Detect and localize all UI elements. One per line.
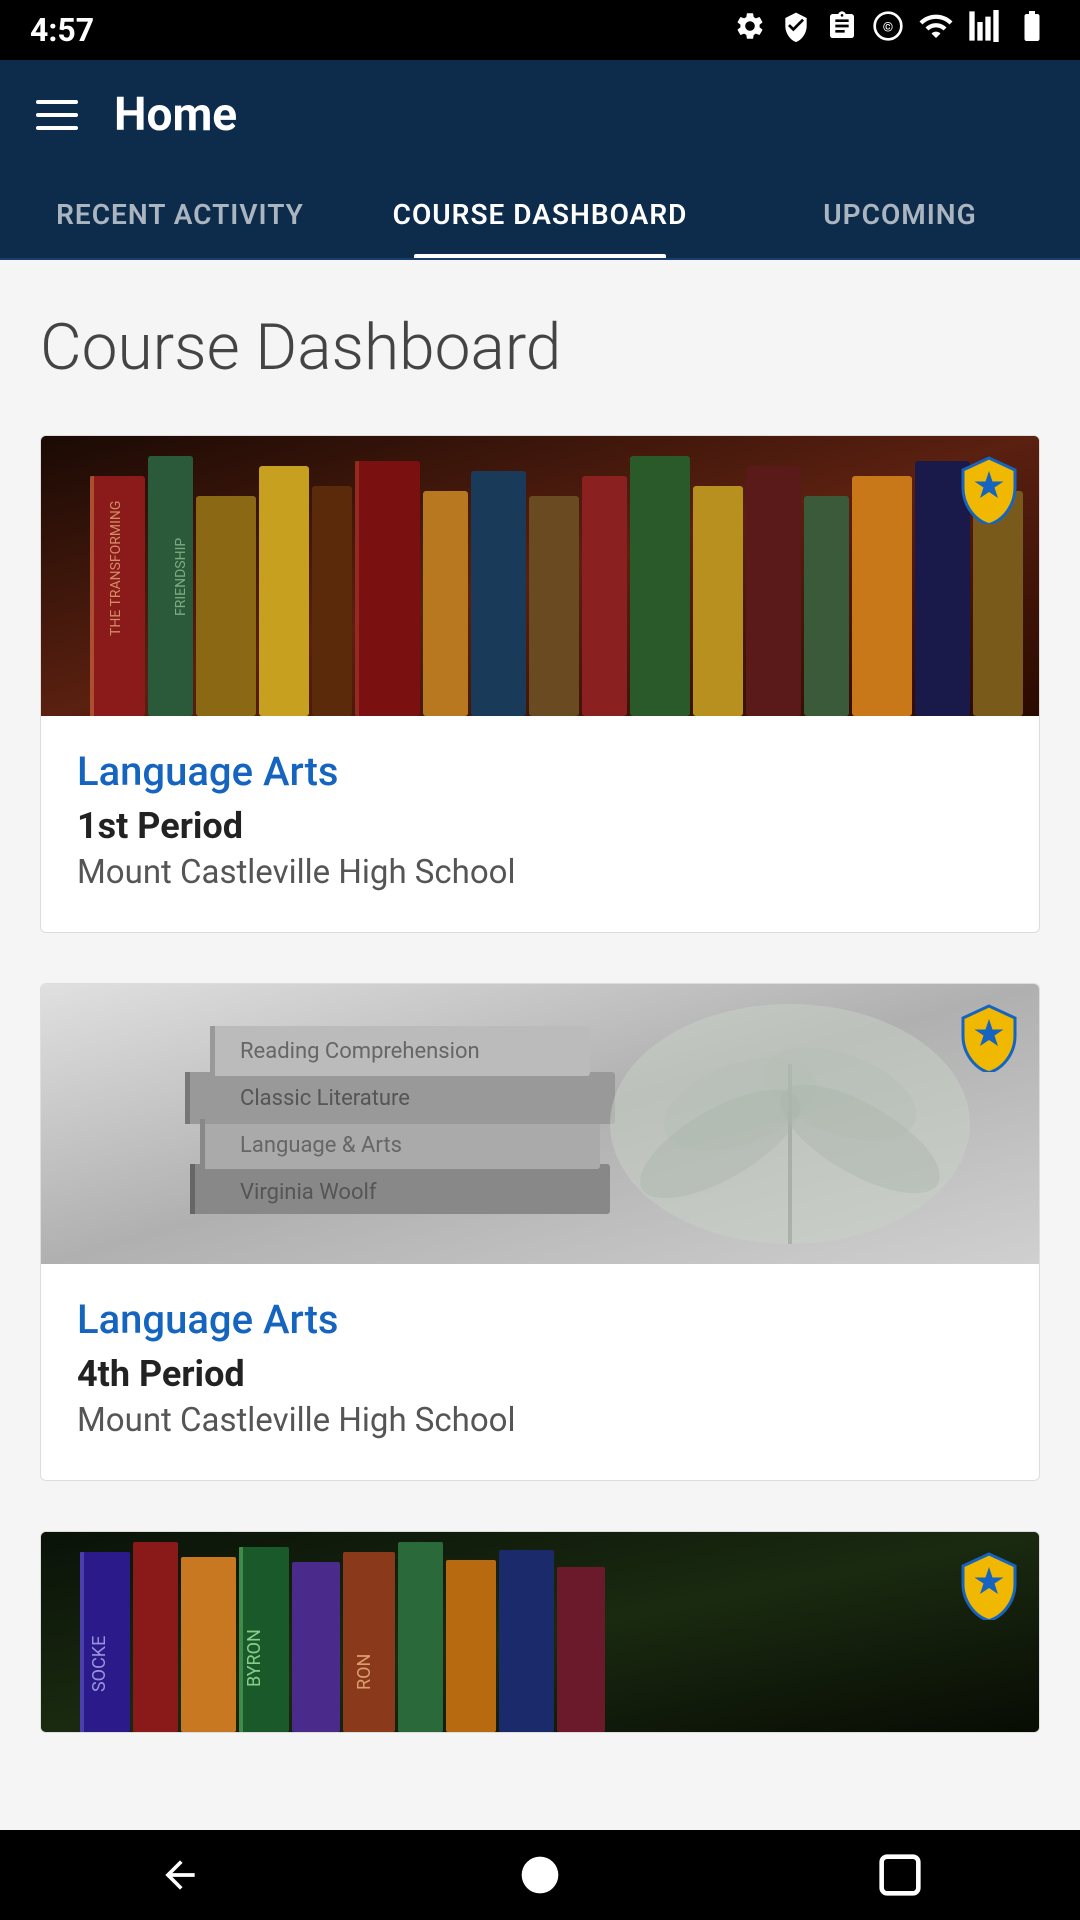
course-image-2: Virginia Woolf Language & Arts Classic L… <box>41 984 1039 1264</box>
battery-icon <box>1014 8 1050 52</box>
settings-icon <box>734 10 766 50</box>
tab-course-dashboard[interactable]: COURSE DASHBOARD <box>360 170 720 258</box>
page-content: Course Dashboard <box>0 260 1080 1883</box>
hamburger-line-3 <box>36 126 78 130</box>
svg-text:Classic Literature: Classic Literature <box>240 1086 410 1111</box>
tab-upcoming[interactable]: UPCOMING <box>720 170 1080 258</box>
status-time: 4:57 <box>30 11 94 49</box>
course-school-2: Mount Castleville High School <box>77 1401 1003 1440</box>
course-name-2: Language Arts <box>77 1296 1003 1343</box>
status-bar: 4:57 © <box>0 0 1080 60</box>
course-image-1: THE TRANSFORMING FRIENDSHIP <box>41 436 1039 716</box>
course-info-1: Language Arts 1st Period Mount Castlevil… <box>41 716 1039 932</box>
star-shield-badge-1 <box>959 456 1019 524</box>
course-period-1: 1st Period <box>77 805 1003 847</box>
course-period-2: 4th Period <box>77 1353 1003 1395</box>
star-shield-badge-3 <box>959 1552 1019 1620</box>
page-heading: Course Dashboard <box>40 310 1040 385</box>
svg-text:©: © <box>883 20 893 35</box>
course-info-2: Language Arts 4th Period Mount Castlevil… <box>41 1264 1039 1480</box>
svg-text:Language & Arts: Language & Arts <box>240 1133 402 1158</box>
course-image-3: SOCKE BYRON RON <box>41 1532 1039 1732</box>
tab-recent-activity[interactable]: RECENT ACTIVITY <box>0 170 360 258</box>
svg-text:FRIENDSHIP: FRIENDSHIP <box>173 538 189 616</box>
svg-text:THE TRANSFORMING: THE TRANSFORMING <box>108 501 124 636</box>
wifi-icon <box>918 8 954 52</box>
course-school-1: Mount Castleville High School <box>77 853 1003 892</box>
course-card-2[interactable]: Virginia Woolf Language & Arts Classic L… <box>40 983 1040 1481</box>
course-card-1[interactable]: THE TRANSFORMING FRIENDSHIP Language Art… <box>40 435 1040 933</box>
app-title: Home <box>114 88 237 142</box>
home-button[interactable] <box>510 1845 570 1905</box>
svg-text:Virginia Woolf: Virginia Woolf <box>240 1180 377 1205</box>
books-illustration-2: Virginia Woolf Language & Arts Classic L… <box>41 984 1039 1264</box>
status-icons: © <box>734 8 1050 52</box>
circle-badge-icon: © <box>872 10 904 50</box>
hamburger-line-1 <box>36 100 78 104</box>
star-shield-badge-2 <box>959 1004 1019 1072</box>
recents-button[interactable] <box>870 1845 930 1905</box>
books-illustration-1: THE TRANSFORMING FRIENDSHIP <box>41 436 1039 716</box>
clipboard-icon <box>826 10 858 50</box>
nav-bar <box>0 1830 1080 1920</box>
svg-text:BYRON: BYRON <box>244 1629 265 1687</box>
course-name-1: Language Arts <box>77 748 1003 795</box>
svg-text:RON: RON <box>354 1654 375 1690</box>
tab-bar: RECENT ACTIVITY COURSE DASHBOARD UPCOMIN… <box>0 170 1080 260</box>
play-protect-icon <box>780 10 812 50</box>
app-bar: Home <box>0 60 1080 170</box>
svg-text:SOCKE: SOCKE <box>89 1636 110 1692</box>
menu-button[interactable] <box>36 100 78 130</box>
svg-text:Reading Comprehension: Reading Comprehension <box>240 1039 480 1064</box>
back-button[interactable] <box>150 1845 210 1905</box>
books-illustration-3: SOCKE BYRON RON <box>41 1532 1039 1732</box>
signal-icon <box>968 10 1000 50</box>
course-card-3[interactable]: SOCKE BYRON RON <box>40 1531 1040 1733</box>
hamburger-line-2 <box>36 113 78 117</box>
